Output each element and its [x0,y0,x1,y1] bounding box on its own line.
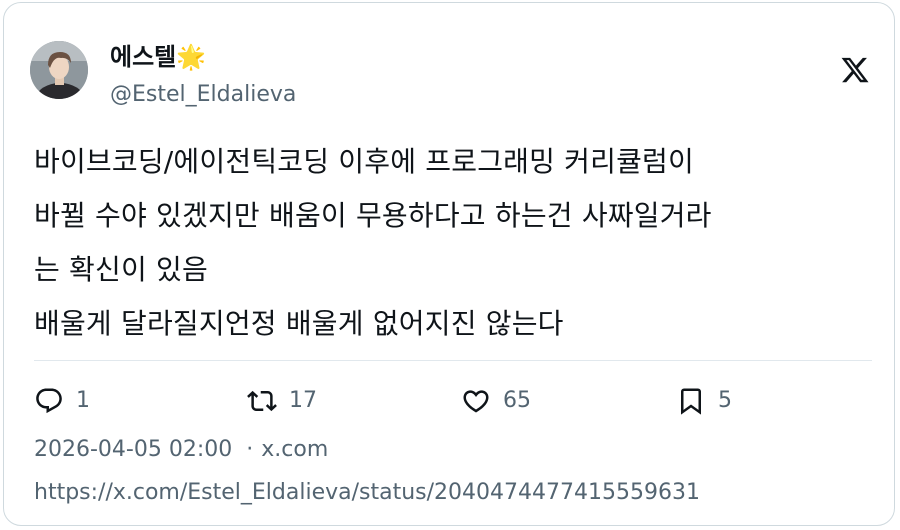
retweet-icon [247,390,277,412]
heart-icon [463,390,489,413]
bookmark-count: 5 [718,388,732,413]
avatar[interactable] [30,41,88,99]
star-emoji: 🌟 [176,43,207,71]
like-button[interactable]: 65 [461,383,531,419]
avatar-image [30,41,88,99]
reply-button[interactable]: 1 [34,383,90,419]
timestamp[interactable]: 2026-04-05 02:00 [34,437,232,462]
like-count: 65 [503,388,531,413]
tweet-url[interactable]: https://x.com/Estel_Eldalieva/status/204… [34,478,700,508]
bookmark-button[interactable]: 5 [676,383,732,419]
display-name[interactable]: 에스텔🌟 [110,41,206,73]
tweet-text: 바이브코딩/에이전틱코딩 이후에 프로그래밍 커리큘럼이 바뀔 수야 있겠지만 … [34,145,712,340]
source-link[interactable]: x.com [261,437,328,462]
divider [34,360,872,361]
x-logo-icon[interactable] [840,55,870,85]
reply-count: 1 [76,388,90,413]
tweet-card: 에스텔🌟 @Estel_Eldalieva 바이브코딩/에이전틱코딩 이후에 프… [3,2,895,526]
display-name-text: 에스텔 [110,43,177,71]
reply-icon [36,388,62,414]
retweet-button[interactable]: 17 [247,383,317,419]
tweet-meta: 2026-04-05 02:00 · x.com [34,435,328,465]
user-handle[interactable]: @Estel_Eldalieva [110,81,296,109]
meta-separator: · [246,437,254,462]
bookmark-icon [681,388,701,415]
retweet-count: 17 [289,388,317,413]
